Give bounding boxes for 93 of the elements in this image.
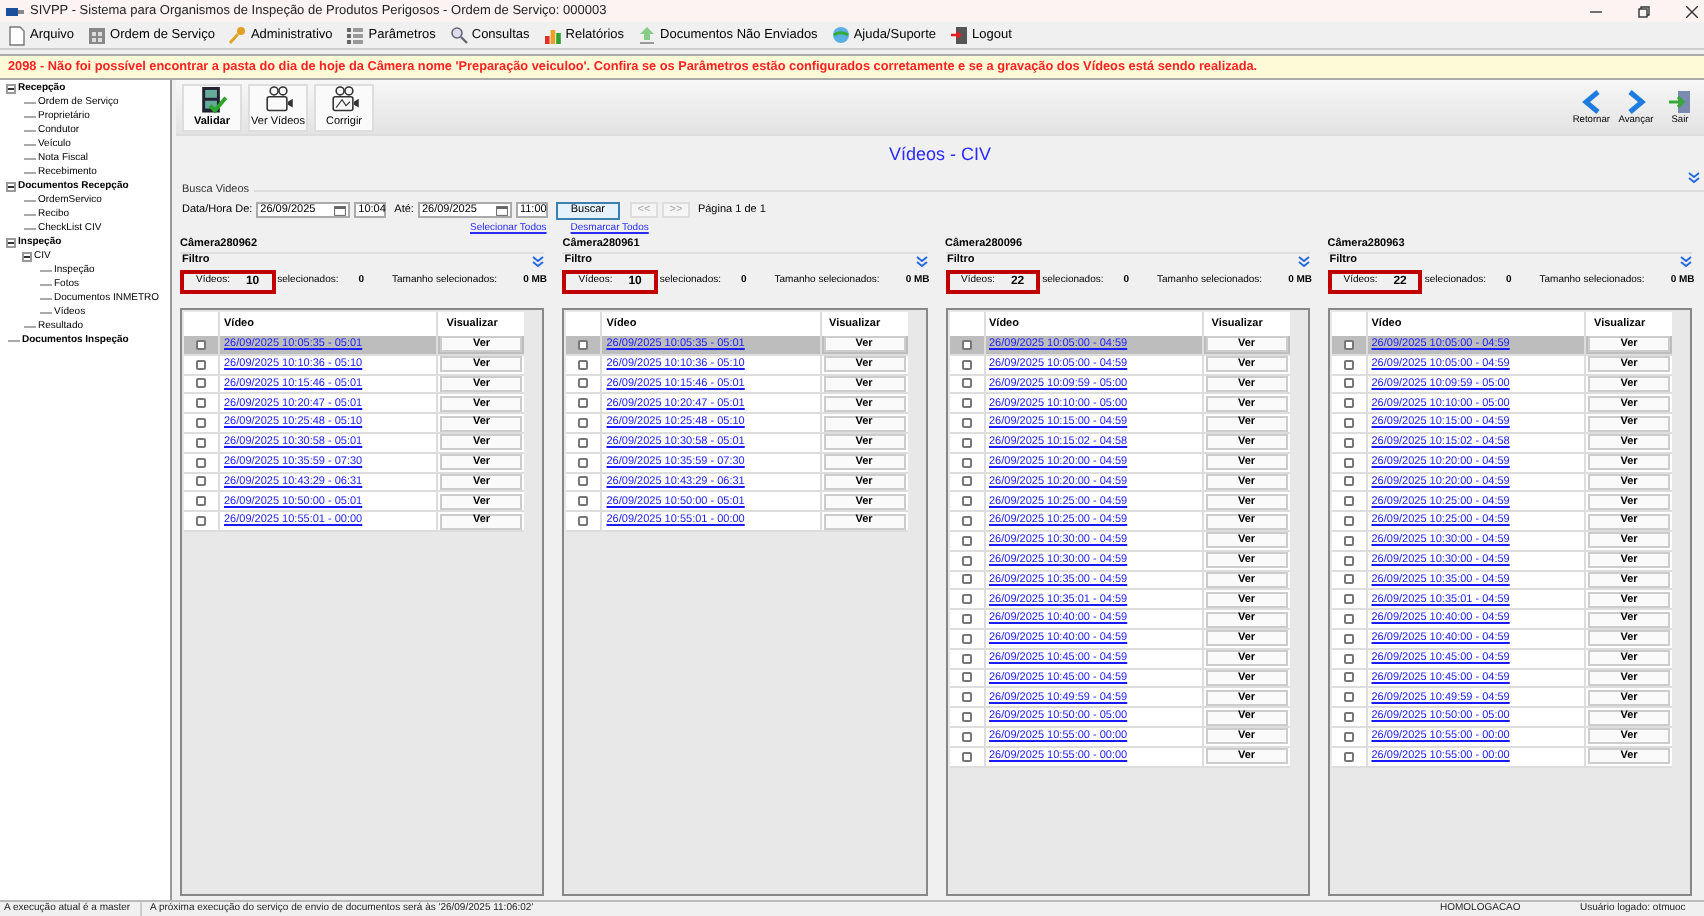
expander-icon[interactable] <box>6 84 16 94</box>
checkbox[interactable] <box>961 339 971 350</box>
checkbox[interactable] <box>1343 712 1354 723</box>
checkbox[interactable] <box>1343 476 1354 487</box>
collapse-icon[interactable] <box>1297 255 1310 267</box>
bar-chart-icon <box>543 25 562 45</box>
checkbox[interactable] <box>578 398 589 409</box>
checkbox[interactable] <box>961 555 971 566</box>
checkbox[interactable] <box>961 496 971 507</box>
minimize-icon[interactable] <box>1590 5 1602 17</box>
checkbox[interactable] <box>1343 653 1354 664</box>
checkbox[interactable] <box>1343 516 1354 527</box>
checkbox[interactable] <box>961 751 971 762</box>
checkbox[interactable] <box>196 496 206 507</box>
checkbox[interactable] <box>196 476 206 487</box>
checkbox[interactable] <box>1343 574 1354 585</box>
building-icon <box>88 25 107 45</box>
checkbox[interactable] <box>1343 614 1354 625</box>
checkbox[interactable] <box>1343 633 1354 644</box>
key-icon <box>228 25 247 45</box>
checkbox[interactable] <box>961 535 971 546</box>
document-icon <box>8 25 26 45</box>
collapse-icon[interactable] <box>532 255 545 267</box>
checkbox[interactable] <box>961 476 971 487</box>
checkbox[interactable] <box>961 672 971 683</box>
checkbox[interactable] <box>1343 359 1354 370</box>
checkbox[interactable] <box>196 516 206 527</box>
upload-icon <box>638 25 657 45</box>
checkbox[interactable] <box>1343 496 1354 507</box>
app-icon <box>6 5 24 17</box>
page-title: Vídeos - CIV <box>888 141 992 168</box>
checkbox[interactable] <box>961 653 971 664</box>
checkbox[interactable] <box>1343 555 1354 566</box>
checkbox[interactable] <box>578 476 589 487</box>
checkbox[interactable] <box>1343 457 1354 468</box>
collapse-icon[interactable] <box>1680 255 1692 267</box>
checkbox[interactable] <box>578 359 589 370</box>
checkbox[interactable] <box>1343 378 1354 389</box>
checkbox[interactable] <box>961 457 971 468</box>
film-check-icon <box>197 86 227 114</box>
checkbox[interactable] <box>1343 692 1354 703</box>
checkbox[interactable] <box>196 378 206 389</box>
checkbox[interactable] <box>961 594 971 605</box>
checkbox[interactable] <box>1343 398 1354 409</box>
expander-icon[interactable] <box>6 238 16 248</box>
collapse-icon[interactable] <box>1688 172 1700 184</box>
checkbox[interactable] <box>961 516 971 527</box>
checkbox[interactable] <box>196 359 206 370</box>
checkbox[interactable] <box>578 437 589 448</box>
checkbox[interactable] <box>196 437 206 448</box>
checkbox[interactable] <box>961 398 971 409</box>
checkbox[interactable] <box>961 614 971 625</box>
search-icon <box>449 25 468 45</box>
close-icon[interactable] <box>1686 5 1698 17</box>
exit-door-icon <box>950 25 969 45</box>
checkbox[interactable] <box>578 457 589 468</box>
checkbox[interactable] <box>1343 731 1354 742</box>
checkbox[interactable] <box>1343 535 1354 546</box>
checkbox[interactable] <box>961 731 971 742</box>
collapse-icon[interactable] <box>915 255 927 267</box>
exit-door-icon <box>1668 89 1692 114</box>
checkbox[interactable] <box>1343 437 1354 448</box>
checkbox[interactable] <box>961 437 971 448</box>
camera-icon <box>263 86 293 114</box>
checkbox[interactable] <box>578 378 589 389</box>
checkbox[interactable] <box>1343 751 1354 762</box>
expander-icon[interactable] <box>22 252 32 262</box>
checkbox[interactable] <box>578 339 589 350</box>
checkbox[interactable] <box>961 712 971 723</box>
checkbox[interactable] <box>578 496 589 507</box>
checkbox[interactable] <box>196 398 206 409</box>
checkbox[interactable] <box>961 418 971 429</box>
expander-icon[interactable] <box>6 182 16 192</box>
checkbox[interactable] <box>196 418 206 429</box>
checkbox[interactable] <box>961 378 971 389</box>
globe-icon <box>831 25 850 45</box>
checkbox[interactable] <box>961 633 971 644</box>
camera-icon <box>329 86 359 114</box>
calendar-icon[interactable] <box>334 205 347 215</box>
checkbox[interactable] <box>961 359 971 370</box>
checkbox[interactable] <box>196 457 206 468</box>
checkbox[interactable] <box>578 418 589 429</box>
checkbox[interactable] <box>196 339 206 350</box>
restore-icon[interactable] <box>1638 5 1650 17</box>
checkbox[interactable] <box>1343 672 1354 683</box>
checkbox[interactable] <box>578 516 589 527</box>
checkbox[interactable] <box>961 692 971 703</box>
checkbox[interactable] <box>1343 594 1354 605</box>
list-icon <box>346 25 365 45</box>
checkbox[interactable] <box>961 574 971 585</box>
checkbox[interactable] <box>1343 339 1354 350</box>
checkbox[interactable] <box>1343 418 1354 429</box>
calendar-icon[interactable] <box>495 205 508 215</box>
